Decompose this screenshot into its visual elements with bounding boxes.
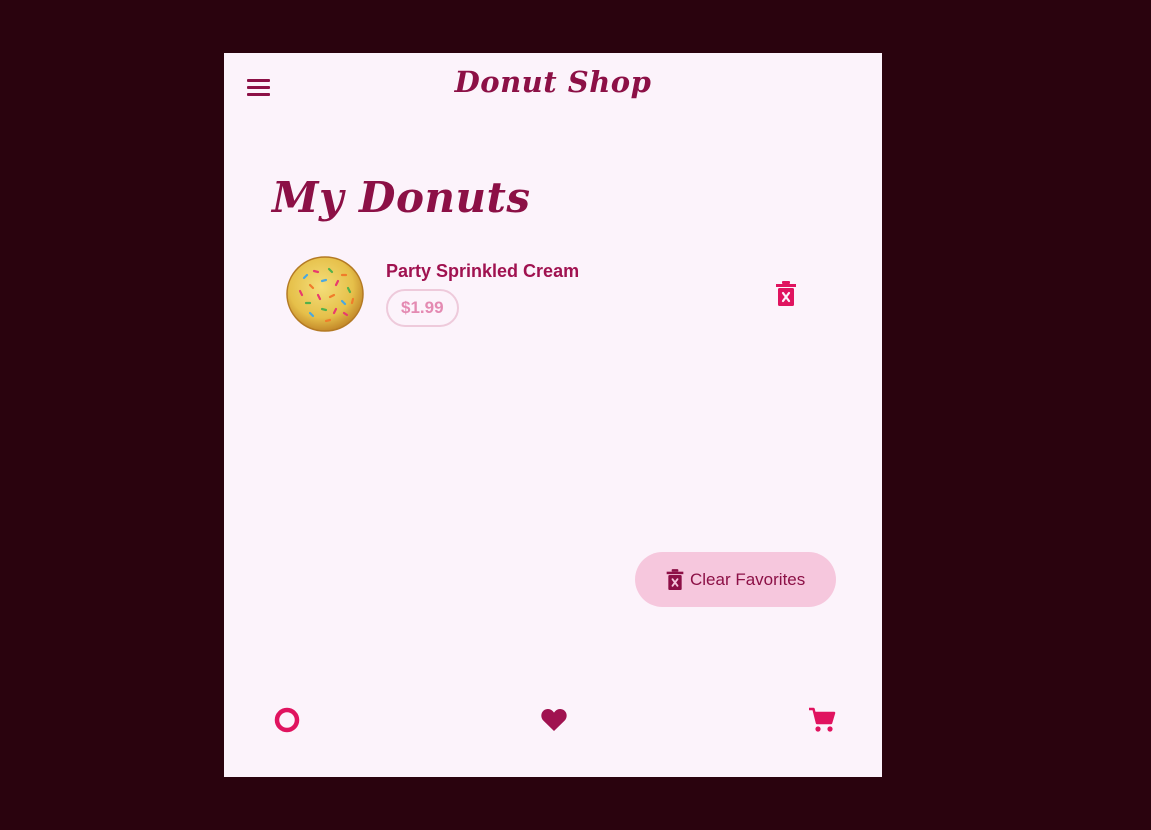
clear-favorites-button[interactable]: Clear Favorites [635, 552, 836, 607]
cart-icon[interactable] [807, 705, 837, 735]
delete-icon[interactable] [774, 280, 798, 308]
heart-icon[interactable] [539, 705, 569, 735]
donut-name: Party Sprinkled Cream [386, 261, 580, 281]
favorite-list-item[interactable]: Party Sprinkled Cream $1.99 [284, 253, 824, 337]
clear-favorites-label: Clear Favorites [690, 570, 806, 589]
donut-icon[interactable] [272, 705, 302, 735]
app-title: Donut Shop [454, 65, 652, 99]
donut-image [286, 256, 364, 332]
page-title: My Donuts [272, 173, 531, 222]
price-chip: $1.99 [386, 289, 459, 327]
delete-icon [666, 569, 684, 590]
app-screen: Donut Shop My Donuts Party Sprinkled Cre… [224, 53, 882, 777]
